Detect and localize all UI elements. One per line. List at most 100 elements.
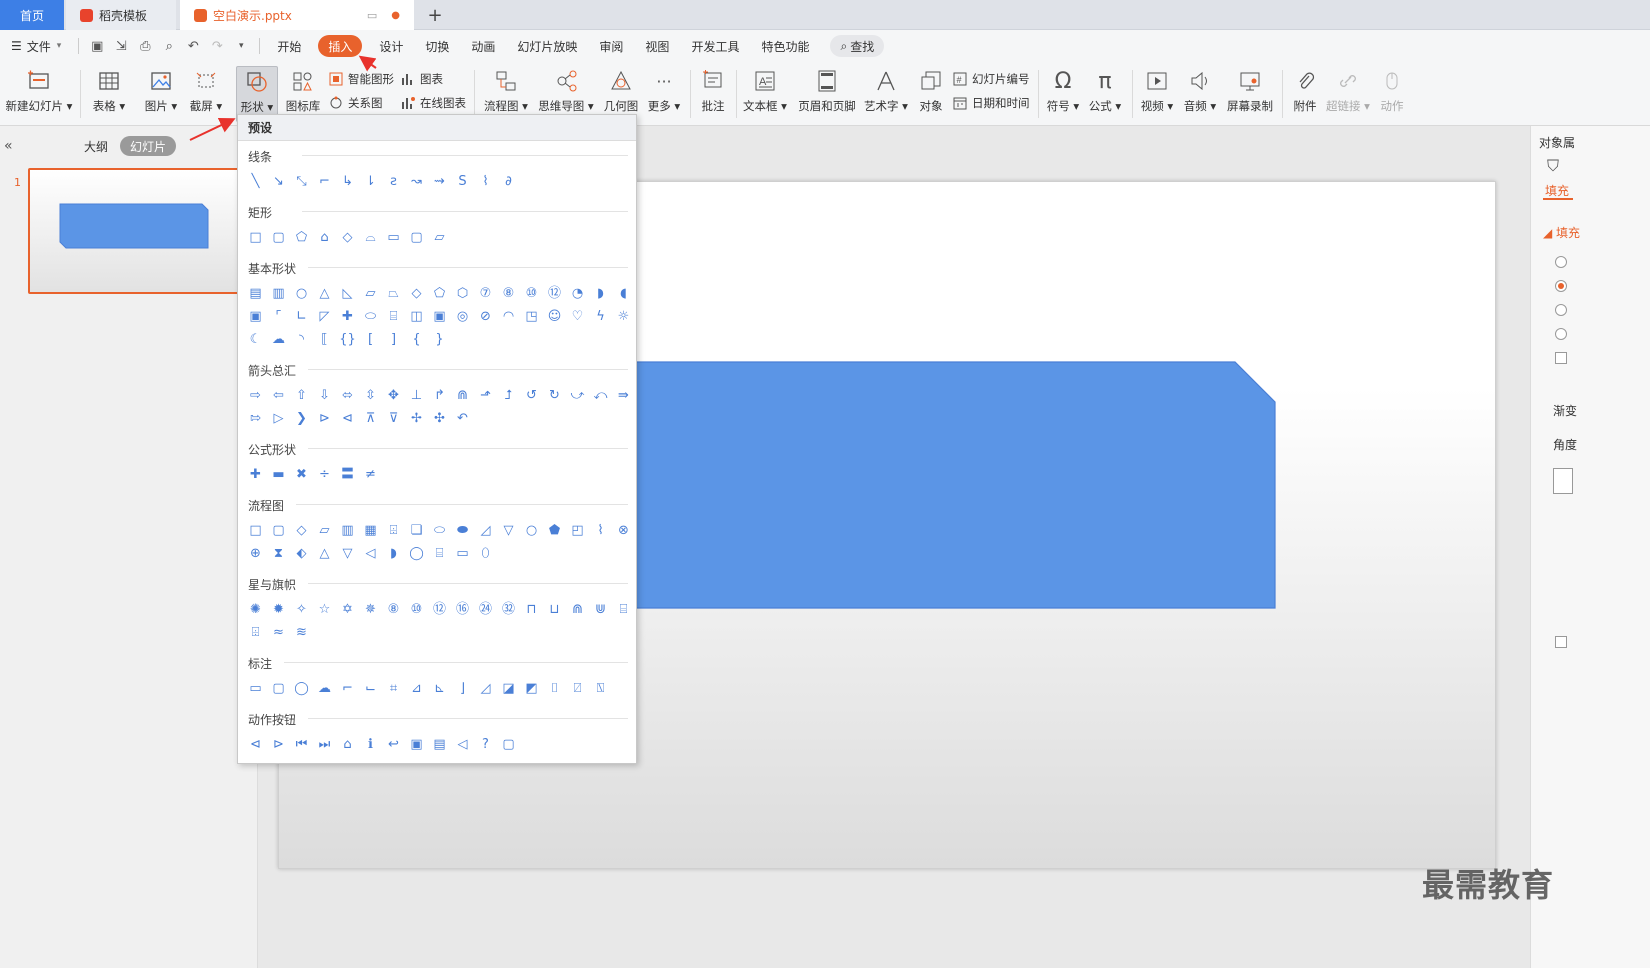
bent-up-arrow-shape-icon[interactable]: ⮥ xyxy=(497,384,520,406)
line-shape-icon[interactable]: ╲ xyxy=(244,170,267,192)
double-wave-shape-icon[interactable]: ≋ xyxy=(290,621,313,643)
new-tab-button[interactable]: + xyxy=(420,0,450,30)
tab-home[interactable]: 首页 xyxy=(0,0,64,30)
down-arrow-shape-icon[interactable]: ⇩ xyxy=(313,384,336,406)
striped-right-arrow-shape-icon[interactable]: ⇛ xyxy=(612,384,635,406)
star-10-shape-icon[interactable]: ⑩ xyxy=(405,598,428,620)
star-8-shape-icon[interactable]: ⑧ xyxy=(382,598,405,620)
heptagon-shape-icon[interactable]: ⑦ xyxy=(474,282,497,304)
curved-up-arrow-shape-icon[interactable]: ⤻ xyxy=(566,384,589,406)
curved-arrow-shape-icon[interactable]: ↝ xyxy=(405,170,428,192)
ribbon-up-shape-icon[interactable]: ⊓ xyxy=(520,598,543,620)
audio-button[interactable]: 音频 ▾ xyxy=(1180,66,1220,122)
outline-tab[interactable]: 大纲 xyxy=(84,138,108,155)
quad-arrow-shape-icon[interactable]: ✥ xyxy=(382,384,405,406)
elbow-arrow-shape-icon[interactable]: ↳ xyxy=(336,170,359,192)
bevel-shape-icon[interactable]: ▣ xyxy=(428,305,451,327)
star-7-shape-icon[interactable]: ✵ xyxy=(359,598,382,620)
l-shape-icon[interactable]: ∟ xyxy=(290,305,313,327)
action-return-shape-icon[interactable]: ↩ xyxy=(382,733,405,755)
right-arrow-shape-icon[interactable]: ⇨ xyxy=(244,384,267,406)
flow-delay-shape-icon[interactable]: ◗ xyxy=(382,542,405,564)
oval-shape-icon[interactable]: ○ xyxy=(290,282,313,304)
symbol-button[interactable]: Ω 符号 ▾ xyxy=(1044,66,1082,122)
circular-arrow-shape-icon[interactable]: ↶ xyxy=(451,407,474,429)
smiley-face-shape-icon[interactable]: ☺ xyxy=(543,305,566,327)
flow-stored-data-shape-icon[interactable]: ◁ xyxy=(359,542,382,564)
action-end-shape-icon[interactable]: ⏭ xyxy=(313,733,336,755)
ribbon-down-shape-icon[interactable]: ⊔ xyxy=(543,598,566,620)
star-24-shape-icon[interactable]: ㉔ xyxy=(474,598,497,620)
rounded-rect-callout-shape-icon[interactable]: ▢ xyxy=(267,677,290,699)
more-button[interactable]: ··· 更多 ▾ xyxy=(644,66,684,122)
menu-start[interactable]: 开始 xyxy=(266,30,312,62)
cloud-callout-shape-icon[interactable]: ☁ xyxy=(313,677,336,699)
flow-collate-shape-icon[interactable]: ⧗ xyxy=(267,542,290,564)
hyperlink-button[interactable]: 超链接 ▾ xyxy=(1326,66,1370,122)
search-button[interactable]: ⌕ 查找 xyxy=(830,35,885,57)
action-custom-shape-icon[interactable]: ▢ xyxy=(497,733,520,755)
table-button[interactable]: 表格 ▾ xyxy=(88,66,130,122)
folded-corner-shape-icon[interactable]: ◳ xyxy=(520,305,543,327)
minus-shape-icon[interactable]: ▬ xyxy=(267,463,290,485)
flow-punched-tape-shape-icon[interactable]: ⌇ xyxy=(589,519,612,541)
moon-shape-icon[interactable]: ☾ xyxy=(244,328,267,350)
flow-direct-access-shape-icon[interactable]: ▭ xyxy=(451,542,474,564)
half-frame-shape-icon[interactable]: ⌜ xyxy=(267,305,290,327)
flow-display-shape-icon[interactable]: ⬯ xyxy=(474,542,497,564)
text-box-shape-icon[interactable]: ▤ xyxy=(244,282,267,304)
oval-callout-shape-icon[interactable]: ◯ xyxy=(290,677,313,699)
line-callout-10-shape-icon[interactable]: ⌷ xyxy=(543,677,566,699)
star-12-shape-icon[interactable]: ⑫ xyxy=(428,598,451,620)
wordart-button[interactable]: 艺术字 ▾ xyxy=(862,66,910,122)
not-equal-shape-icon[interactable]: ≠ xyxy=(359,463,382,485)
left-arrow-shape-icon[interactable]: ⇦ xyxy=(267,384,290,406)
flow-connector-shape-icon[interactable]: ○ xyxy=(520,519,543,541)
flow-decision-shape-icon[interactable]: ◇ xyxy=(290,519,313,541)
flow-terminator-shape-icon[interactable]: ⬭ xyxy=(428,519,451,541)
fill-option-radio[interactable] xyxy=(1555,256,1567,268)
down-arrow-callout-shape-icon[interactable]: ⊽ xyxy=(382,407,405,429)
flow-card-shape-icon[interactable]: ◰ xyxy=(566,519,589,541)
vertical-text-box-shape-icon[interactable]: ▥ xyxy=(267,282,290,304)
picture-button[interactable]: 图片 ▾ xyxy=(140,66,182,122)
plus-shape-icon[interactable]: ✚ xyxy=(244,463,267,485)
flow-extract-shape-icon[interactable]: △ xyxy=(313,542,336,564)
chord-shape-icon[interactable]: ◗ xyxy=(589,282,612,304)
collapse-panel-button[interactable]: « xyxy=(4,138,13,154)
round-corner-rectangle-shape-icon[interactable]: ▭ xyxy=(382,226,405,248)
monitor-icon[interactable]: ▭ xyxy=(367,9,377,22)
flow-summing-junction-shape-icon[interactable]: ⊗ xyxy=(612,519,635,541)
star-32-shape-icon[interactable]: ㉜ xyxy=(497,598,520,620)
right-brace-shape-icon[interactable]: } xyxy=(428,328,451,350)
video-button[interactable]: 视频 ▾ xyxy=(1138,66,1176,122)
heart-shape-icon[interactable]: ♡ xyxy=(566,305,589,327)
right-triangle-shape-icon[interactable]: ◺ xyxy=(336,282,359,304)
line-callout-11-shape-icon[interactable]: ⍁ xyxy=(566,677,589,699)
print-icon[interactable]: ⎙ xyxy=(133,30,157,62)
tab-document[interactable]: 空白演示.pptx ▭ ● xyxy=(180,0,414,30)
slides-tab[interactable]: 幻灯片 xyxy=(120,136,177,156)
quad-arrow-callout-shape-icon[interactable]: ✢ xyxy=(405,407,428,429)
dodecagon-shape-icon[interactable]: ⑫ xyxy=(543,282,566,304)
line-callout-3-shape-icon[interactable]: ⌗ xyxy=(382,677,405,699)
snip-diagonal-rectangle-shape-icon[interactable]: ◇ xyxy=(336,226,359,248)
action-back-shape-icon[interactable]: ⊲ xyxy=(244,733,267,755)
notched-right-arrow-shape-icon[interactable]: ⇰ xyxy=(244,407,267,429)
octagon-shape-icon[interactable]: ⑧ xyxy=(497,282,520,304)
header-footer-button[interactable]: 页眉和页脚 xyxy=(796,66,858,122)
screenshot-button[interactable]: 截屏 ▾ xyxy=(184,66,228,122)
flow-merge-shape-icon[interactable]: ▽ xyxy=(336,542,359,564)
menu-view[interactable]: 视图 xyxy=(634,30,680,62)
action-document-shape-icon[interactable]: ▤ xyxy=(428,733,451,755)
teardrop-shape-icon[interactable]: ◖ xyxy=(612,282,635,304)
fill-section-header[interactable]: ◢ 填充 xyxy=(1543,224,1580,241)
menu-transition[interactable]: 切换 xyxy=(414,30,460,62)
flow-magnetic-disk-shape-icon[interactable]: ⌸ xyxy=(428,542,451,564)
star-5-shape-icon[interactable]: ☆ xyxy=(313,598,336,620)
snip-same-side-rectangle-shape-icon[interactable]: ⌂ xyxy=(313,226,336,248)
flow-offpage-connector-shape-icon[interactable]: ⬟ xyxy=(543,519,566,541)
curved-left-arrow-shape-icon[interactable]: ↻ xyxy=(543,384,566,406)
fill-tab[interactable]: 填充 xyxy=(1545,182,1569,199)
fill-option-radio[interactable] xyxy=(1555,304,1567,316)
